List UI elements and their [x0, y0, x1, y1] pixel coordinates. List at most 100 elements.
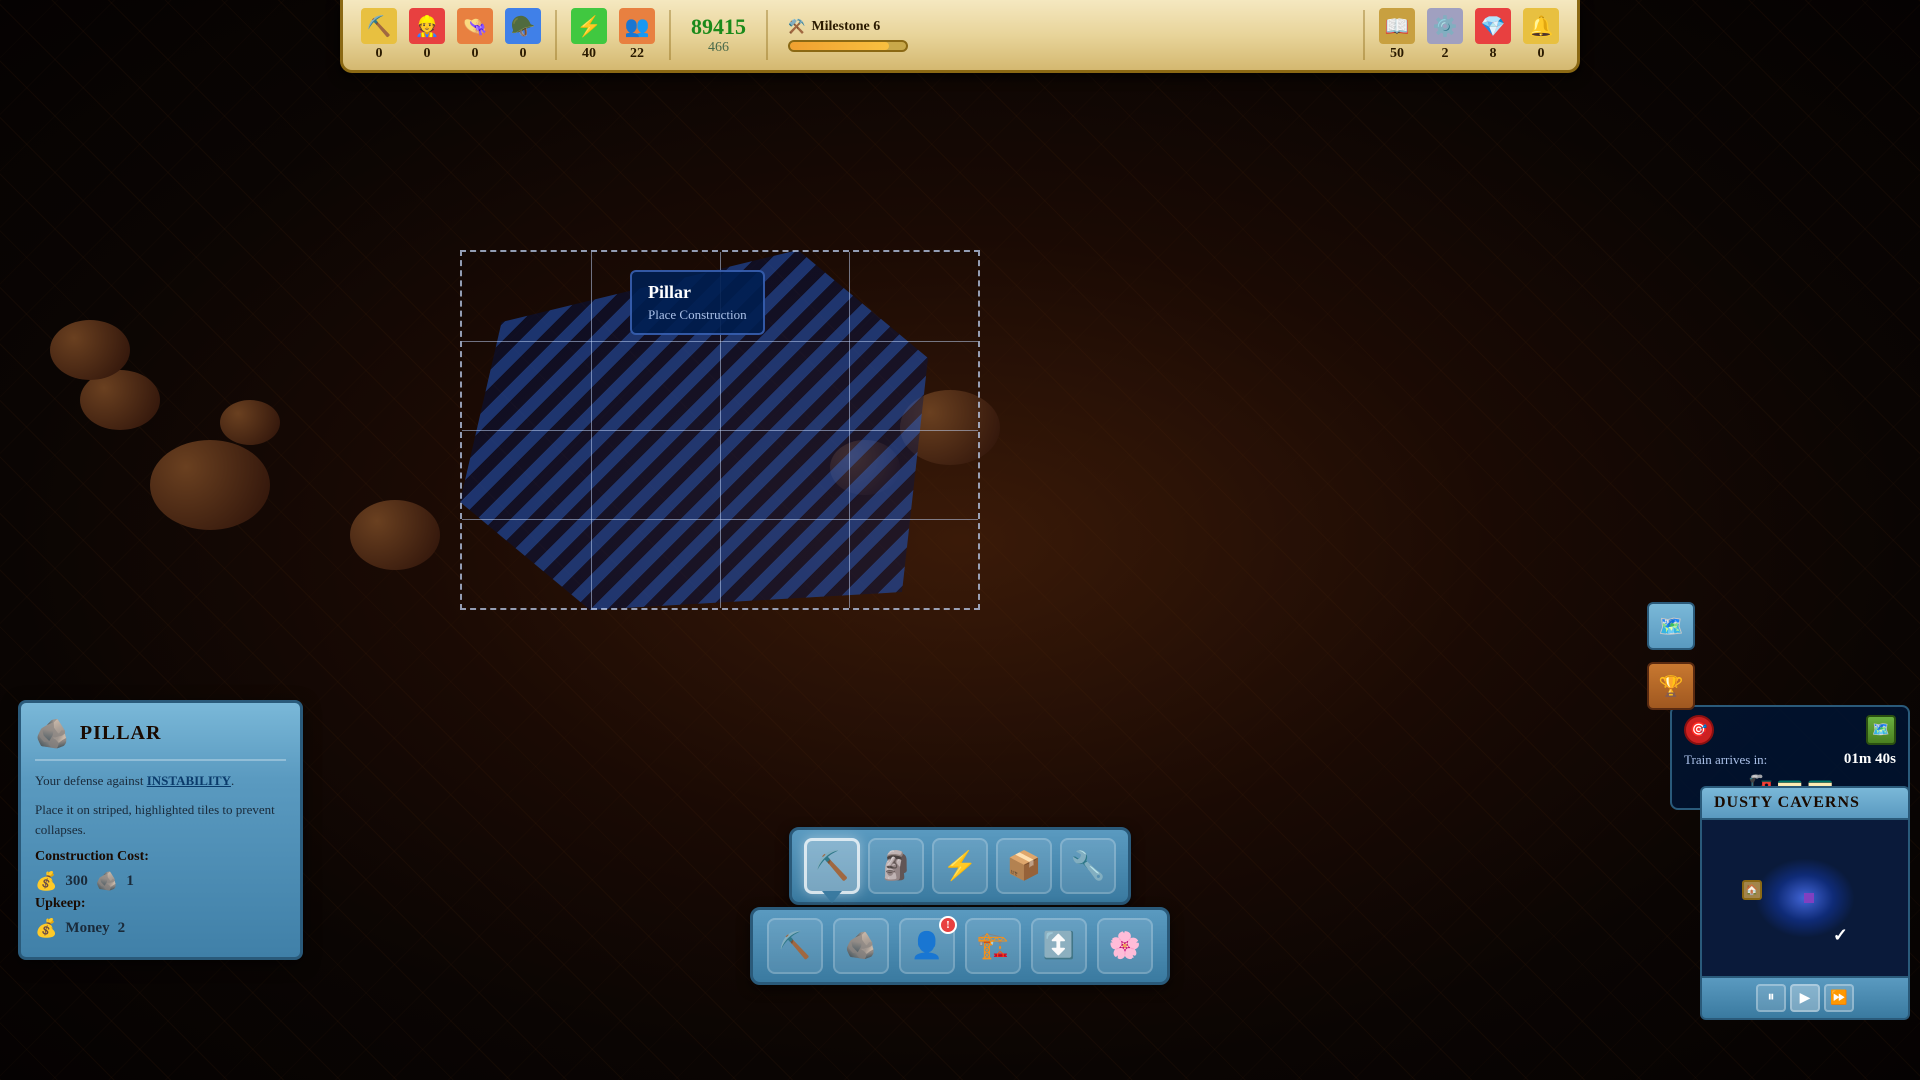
hud-divider-4 [1363, 10, 1365, 60]
action-dig[interactable]: ⛏️ [767, 918, 823, 974]
upkeep-value: 2 [118, 920, 126, 937]
pillar-panel-icon: 🪨 [35, 717, 70, 751]
action-build[interactable]: 🏗️ [965, 918, 1021, 974]
worker-2-icon: 👷 [409, 8, 445, 44]
fast-forward-button[interactable]: ⏩ [1824, 984, 1854, 1012]
grid-v-3 [849, 252, 850, 608]
currency-main-value: 89415 [691, 14, 746, 40]
workers-value: 22 [630, 46, 644, 62]
worker-4: 🪖 0 [503, 8, 543, 62]
toolbar-item-table[interactable]: 🗿 [868, 838, 924, 894]
construction-cost-label: Construction Cost: [35, 849, 286, 865]
currency-section: 89415 466 [683, 14, 754, 56]
toolbar-item-generator[interactable]: ⚡ [932, 838, 988, 894]
upkeep-row: Upkeep: [35, 896, 286, 918]
train-icons: 🎯 [1684, 715, 1714, 745]
currency-sub-value: 466 [708, 40, 729, 56]
action-decor[interactable]: 🌸 [1097, 918, 1153, 974]
hud-divider-3 [766, 10, 768, 60]
upkeep-money-row: 💰 Money 2 [35, 918, 286, 939]
book-value: 50 [1390, 46, 1404, 62]
worker-badge: ! [939, 916, 957, 934]
resource-workers: 👥 22 [617, 8, 657, 62]
minimap-map[interactable]: 🏠 ✓ [1700, 818, 1910, 978]
gear-icon: ⚙️ [1427, 8, 1463, 44]
minimap-title-bar: Dusty Caverns [1700, 786, 1910, 818]
minimap-controls: ⏸ ▶ ⏩ [1700, 978, 1910, 1020]
pillar-description-2: Place it on striped, highlighted tiles t… [35, 800, 286, 839]
green-map-icon: 🗺️ [1866, 715, 1896, 745]
workers-icon: 👥 [619, 8, 655, 44]
milestone-section: ⚒️ Milestone 6 [780, 19, 1351, 52]
resource-lightning: ⚡ 40 [569, 8, 609, 62]
upkeep-money-icon: 💰 [35, 918, 57, 939]
worker-1-value: 0 [376, 46, 383, 62]
toolbar-active-indicator [822, 891, 842, 903]
worker-4-icon: 🪖 [505, 8, 541, 44]
cost-money-row: 💰 300 🪨 1 [35, 871, 286, 892]
minimap-player-marker [1804, 893, 1814, 903]
milestone-bar [788, 40, 908, 52]
panel-header: 🪨 Pillar [35, 717, 286, 761]
toolbar-main: ⛏️ 🗿 ⚡ 📦 🔧 [789, 827, 1131, 905]
tooltip-title: Pillar [648, 282, 747, 303]
train-time-row: Train arrives in: 01m 40s [1684, 751, 1896, 768]
worker-3-icon: 👒 [457, 8, 493, 44]
cost-stone-value: 1 [126, 873, 134, 890]
action-worker[interactable]: 👤 ! [899, 918, 955, 974]
worker-3: 👒 0 [455, 8, 495, 62]
gem-icon: 💎 [1475, 8, 1511, 44]
rock-decoration [50, 320, 130, 380]
item-gear: ⚙️ 2 [1425, 8, 1465, 62]
milestone-text: Milestone 6 [811, 19, 880, 35]
upkeep-type: Money [65, 920, 109, 937]
cost-money-value: 300 [65, 873, 88, 890]
minimap-side-icon-top[interactable]: 🗺️ [1647, 602, 1695, 650]
toolbar-actions: ⛏️ 🪨 👤 ! 🏗️ ↕️ 🌸 [750, 907, 1170, 985]
train-time: 01m 40s [1844, 751, 1896, 768]
toolbar-item-pillar[interactable]: ⛏️ [804, 838, 860, 894]
item-book: 📖 50 [1377, 8, 1417, 62]
pillar-description-1: Your defense against INSTABILITY. [35, 771, 286, 791]
minimap-icon: 🏠 [1742, 880, 1762, 900]
item-bell: 🔔 0 [1521, 8, 1561, 62]
toolbar-item-repair[interactable]: 🔧 [1060, 838, 1116, 894]
pause-button[interactable]: ⏸ [1756, 984, 1786, 1012]
minimap-cursor: ✓ [1833, 925, 1848, 946]
construction-tooltip: Pillar Place Construction [630, 270, 765, 335]
bell-icon: 🔔 [1523, 8, 1559, 44]
rock-decoration [350, 500, 440, 570]
upkeep-left: Upkeep: [35, 896, 86, 918]
upkeep-label: Upkeep: [35, 896, 86, 912]
instability-link: INSTABILITY [147, 773, 231, 788]
train-header: 🎯 🗺️ [1684, 715, 1896, 745]
right-train-icons: 🗺️ [1866, 715, 1896, 745]
worker-1-icon: ⛏️ [361, 8, 397, 44]
item-gem: 💎 8 [1473, 8, 1513, 62]
worker-2-value: 0 [424, 46, 431, 62]
stone-icon: 🪨 [96, 871, 118, 892]
gear-value: 2 [1442, 46, 1449, 62]
action-pillar[interactable]: 🪨 [833, 918, 889, 974]
play-button[interactable]: ▶ [1790, 984, 1820, 1012]
pillar-panel-title: Pillar [80, 722, 162, 745]
action-move[interactable]: ↕️ [1031, 918, 1087, 974]
hud-divider-2 [669, 10, 671, 60]
red-circle-icon: 🎯 [1684, 715, 1714, 745]
pillar-info-panel: 🪨 Pillar Your defense against INSTABILIT… [18, 700, 303, 961]
lightning-icon: ⚡ [571, 8, 607, 44]
minimap-panel: Dusty Caverns 🏠 ✓ ⏸ ▶ ⏩ [1700, 786, 1910, 1020]
rock-decoration [150, 440, 270, 530]
money-icon: 💰 [35, 871, 57, 892]
rock-decoration [220, 400, 280, 445]
top-hud: ⛏️ 0 👷 0 👒 0 🪖 0 ⚡ 40 👥 22 89415 466 ⚒️ … [340, 0, 1580, 73]
lightning-value: 40 [582, 46, 596, 62]
gem-value: 8 [1490, 46, 1497, 62]
worker-4-value: 0 [520, 46, 527, 62]
toolbar-item-crate[interactable]: 📦 [996, 838, 1052, 894]
milestone-fill [790, 42, 889, 50]
worker-3-value: 0 [472, 46, 479, 62]
minimap-side-icon-bottom[interactable]: 🏆 [1647, 662, 1695, 710]
grid-v-1 [591, 252, 592, 608]
construction-area[interactable]: Pillar Place Construction [460, 250, 980, 610]
